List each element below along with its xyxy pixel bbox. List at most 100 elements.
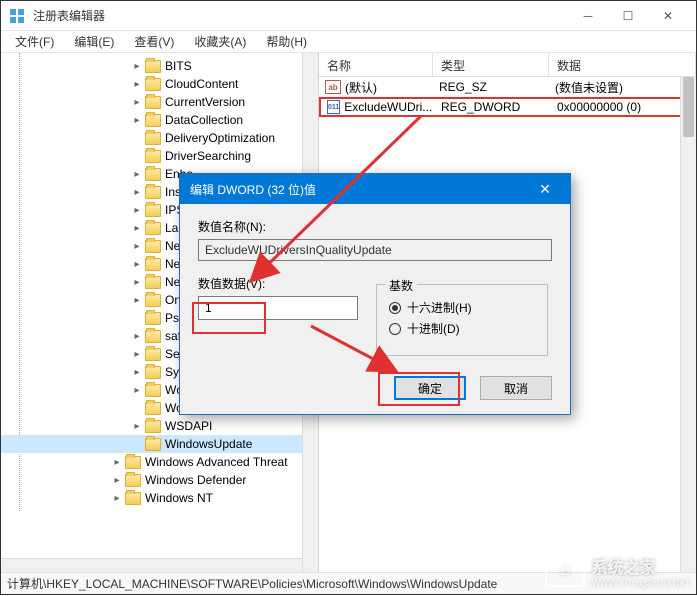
radio-dec[interactable] bbox=[389, 323, 401, 335]
list-row[interactable]: ab(默认)REG_SZ(数值未设置) bbox=[319, 77, 696, 97]
cell-data: 0x00000000 (0) bbox=[551, 98, 694, 116]
tree-toggle-icon[interactable]: ▸ bbox=[131, 366, 143, 378]
value-name-field bbox=[198, 239, 552, 261]
col-type[interactable]: 类型 bbox=[433, 53, 549, 76]
tree-toggle-icon[interactable] bbox=[131, 132, 143, 144]
tree-toggle-icon[interactable]: ▸ bbox=[131, 186, 143, 198]
tree-item[interactable]: DriverSearching bbox=[1, 147, 318, 165]
menu-favorites[interactable]: 收藏夹(A) bbox=[184, 31, 256, 52]
tree-item[interactable]: ▸ Windows NT bbox=[1, 489, 318, 507]
tree-toggle-icon[interactable]: ▸ bbox=[131, 168, 143, 180]
statusbar: 计算机\HKEY_LOCAL_MACHINE\SOFTWARE\Policies… bbox=[1, 572, 696, 594]
radio-dec-row[interactable]: 十进制(D) bbox=[389, 320, 535, 337]
tree-toggle-icon[interactable]: ▸ bbox=[131, 330, 143, 342]
radio-hex[interactable] bbox=[389, 302, 401, 314]
tree-toggle-icon[interactable] bbox=[131, 438, 143, 450]
menu-help[interactable]: 帮助(H) bbox=[256, 31, 317, 52]
folder-icon bbox=[145, 276, 161, 289]
tree-toggle-icon[interactable]: ▸ bbox=[131, 222, 143, 234]
tree-item[interactable]: ▸ CloudContent bbox=[1, 75, 318, 93]
tree-item[interactable]: ▸ DataCollection bbox=[1, 111, 318, 129]
status-path: 计算机\HKEY_LOCAL_MACHINE\SOFTWARE\Policies… bbox=[7, 575, 497, 592]
tree-toggle-icon[interactable]: ▸ bbox=[131, 78, 143, 90]
tree-toggle-icon[interactable]: ▸ bbox=[131, 258, 143, 270]
base-group: 基数 十六进制(H) 十进制(D) bbox=[376, 284, 548, 356]
menubar: 文件(F) 编辑(E) 查看(V) 收藏夹(A) 帮助(H) bbox=[1, 31, 696, 53]
window-title: 注册表编辑器 bbox=[33, 7, 568, 24]
tree-item-label: WSDAPI bbox=[165, 419, 212, 433]
string-icon: ab bbox=[325, 80, 341, 94]
cell-name: ExcludeWUDri... bbox=[344, 100, 432, 114]
tree-item-label: BITS bbox=[165, 59, 192, 73]
tree-item-label: CloudContent bbox=[165, 77, 238, 91]
minimize-button[interactable]: ─ bbox=[568, 1, 608, 31]
folder-icon bbox=[145, 114, 161, 127]
tree-item[interactable]: ▸ WSDAPI bbox=[1, 417, 318, 435]
close-button[interactable]: ✕ bbox=[648, 1, 688, 31]
menu-view[interactable]: 查看(V) bbox=[124, 31, 184, 52]
radio-hex-label: 十六进制(H) bbox=[407, 299, 472, 316]
cancel-button[interactable]: 取消 bbox=[480, 376, 552, 400]
folder-icon bbox=[125, 492, 141, 505]
tree-item-label: Windows NT bbox=[145, 491, 213, 505]
value-list[interactable]: ab(默认)REG_SZ(数值未设置)011ExcludeWUDri...REG… bbox=[319, 77, 696, 117]
tree-toggle-icon[interactable]: ▸ bbox=[131, 276, 143, 288]
tree-toggle-icon[interactable]: ▸ bbox=[131, 96, 143, 108]
tree-item-label: Windows Advanced Threat bbox=[145, 455, 288, 469]
folder-icon bbox=[145, 60, 161, 73]
radio-hex-row[interactable]: 十六进制(H) bbox=[389, 299, 535, 316]
menu-file[interactable]: 文件(F) bbox=[5, 31, 64, 52]
cell-name: (默认) bbox=[345, 79, 377, 96]
tree-item[interactable]: ▸ BITS bbox=[1, 57, 318, 75]
tree-item[interactable]: ▸ Windows Advanced Threat bbox=[1, 453, 318, 471]
folder-icon bbox=[145, 132, 161, 145]
ok-button[interactable]: 确定 bbox=[394, 376, 466, 400]
tree-item-label: DeliveryOptimization bbox=[165, 131, 275, 145]
tree-item[interactable]: ▸CurrentVersion bbox=[1, 93, 318, 111]
folder-icon bbox=[145, 186, 161, 199]
tree-toggle-icon[interactable]: ▸ bbox=[131, 60, 143, 72]
dialog-close-button[interactable]: ✕ bbox=[530, 181, 560, 198]
base-legend: 基数 bbox=[385, 277, 417, 294]
tree-toggle-icon[interactable]: ▸ bbox=[131, 348, 143, 360]
tree-toggle-icon[interactable]: ▸ bbox=[131, 420, 143, 432]
tree-toggle-icon[interactable] bbox=[131, 150, 143, 162]
tree-toggle-icon[interactable] bbox=[131, 402, 143, 414]
tree-toggle-icon[interactable]: ▸ bbox=[111, 492, 123, 504]
tree-toggle-icon[interactable]: ▸ bbox=[131, 384, 143, 396]
tree-toggle-icon[interactable]: ▸ bbox=[131, 204, 143, 216]
maximize-button[interactable]: ☐ bbox=[608, 1, 648, 31]
menu-edit[interactable]: 编辑(E) bbox=[64, 31, 124, 52]
tree-toggle-icon[interactable]: ▸ bbox=[111, 474, 123, 486]
dword-icon: 011 bbox=[327, 100, 340, 114]
tree-item[interactable]: DeliveryOptimization bbox=[1, 129, 318, 147]
folder-icon bbox=[145, 438, 161, 451]
col-name[interactable]: 名称 bbox=[319, 53, 433, 76]
value-name-label: 数值名称(N): bbox=[198, 218, 552, 235]
folder-icon bbox=[145, 204, 161, 217]
dialog-titlebar[interactable]: 编辑 DWORD (32 位)值 ✕ bbox=[180, 174, 570, 204]
titlebar: 注册表编辑器 ─ ☐ ✕ bbox=[1, 1, 696, 31]
folder-icon bbox=[125, 474, 141, 487]
value-data-field[interactable] bbox=[198, 296, 358, 320]
col-data[interactable]: 数据 bbox=[549, 53, 696, 76]
edit-dword-dialog: 编辑 DWORD (32 位)值 ✕ 数值名称(N): 数值数据(V): 基数 … bbox=[179, 173, 571, 415]
tree-toggle-icon[interactable] bbox=[131, 312, 143, 324]
tree-toggle-icon[interactable]: ▸ bbox=[131, 294, 143, 306]
tree-item-label: DataCollection bbox=[165, 113, 243, 127]
tree-toggle-icon[interactable]: ▸ bbox=[111, 456, 123, 468]
folder-icon bbox=[145, 78, 161, 91]
folder-icon bbox=[145, 240, 161, 253]
tree-toggle-icon[interactable]: ▸ bbox=[131, 114, 143, 126]
tree-toggle-icon[interactable]: ▸ bbox=[131, 240, 143, 252]
folder-icon bbox=[145, 222, 161, 235]
tree-item-label: DriverSearching bbox=[165, 149, 251, 163]
folder-icon bbox=[145, 420, 161, 433]
list-vscrollbar[interactable] bbox=[680, 77, 696, 574]
tree-item[interactable]: WindowsUpdate bbox=[1, 435, 318, 453]
list-header: 名称 类型 数据 bbox=[319, 53, 696, 77]
tree-item[interactable]: ▸Windows Defender bbox=[1, 471, 318, 489]
app-icon bbox=[9, 8, 25, 24]
folder-icon bbox=[145, 294, 161, 307]
list-row[interactable]: 011ExcludeWUDri...REG_DWORD0x00000000 (0… bbox=[319, 97, 696, 117]
